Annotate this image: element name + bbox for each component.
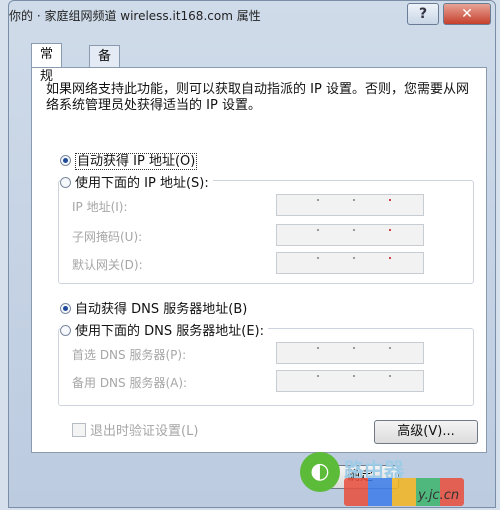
ip-manual-label: 使用下面的 IP 地址(S):	[75, 176, 209, 191]
dns-manual-radio[interactable]: 使用下面的 DNS 服务器地址(E):	[60, 320, 268, 339]
tab-general[interactable]: 常规	[31, 43, 63, 84]
validate-on-exit-label: 退出时验证设置(L)	[90, 424, 199, 439]
dns-auto-radio[interactable]: 自动获得 DNS 服务器地址(B)	[60, 298, 247, 317]
radio-unselected-icon	[60, 325, 71, 336]
preferred-dns-input[interactable]	[276, 342, 424, 364]
close-icon: ✕	[461, 6, 473, 22]
checkbox-icon	[72, 423, 86, 437]
preferred-dns-label: 首选 DNS 服务器(P):	[72, 348, 187, 362]
default-gateway-label: 默认网关(D):	[72, 258, 143, 272]
close-button[interactable]: ✕	[443, 3, 491, 25]
ip-address-input[interactable]	[276, 194, 424, 216]
ip-auto-radio[interactable]: 自动获得 IP 地址(O)	[60, 150, 198, 170]
advanced-button[interactable]: 高级(V)...	[374, 420, 478, 444]
ip-auto-label: 自动获得 IP 地址(O)	[75, 153, 198, 170]
radio-selected-icon	[60, 303, 71, 314]
window-title: 你的 · 家庭组网频道 wireless.it168.com 属性	[9, 9, 261, 23]
general-panel: 如果网络支持此功能，则可以获取自动指派的 IP 设置。否则，您需要从网络系统管理…	[31, 67, 487, 453]
watermark-url: y.jc.cn	[418, 488, 460, 503]
properties-window: 你的 · 家庭组网频道 wireless.it168.com 属性 ? ✕ 常规…	[8, 0, 496, 508]
question-icon: ?	[418, 6, 428, 22]
title-bar: 你的 · 家庭组网频道 wireless.it168.com 属性 ? ✕	[9, 1, 495, 29]
tab-alternate-config[interactable]: 备用配置	[89, 45, 121, 130]
ip-address-label: IP 地址(I):	[72, 200, 128, 214]
radio-unselected-icon	[60, 177, 71, 188]
subnet-mask-input[interactable]	[276, 224, 424, 246]
dns-group	[58, 328, 474, 406]
validate-on-exit-checkbox[interactable]: 退出时验证设置(L)	[72, 420, 198, 439]
dns-auto-label: 自动获得 DNS 服务器地址(B)	[75, 302, 248, 317]
help-button[interactable]: ?	[407, 3, 439, 25]
description-text: 如果网络支持此功能，则可以获取自动指派的 IP 设置。否则，您需要从网络系统管理…	[46, 82, 469, 113]
default-gateway-input[interactable]	[276, 252, 424, 274]
watermark: ◐ 路由器 y.jc.cn	[300, 452, 500, 510]
subnet-mask-label: 子网掩码(U):	[72, 230, 143, 244]
dns-manual-label: 使用下面的 DNS 服务器地址(E):	[75, 324, 264, 339]
radio-selected-icon	[60, 155, 71, 166]
alternate-dns-label: 备用 DNS 服务器(A):	[72, 376, 188, 390]
watermark-logo-icon: ◐	[300, 452, 340, 492]
ip-manual-radio[interactable]: 使用下面的 IP 地址(S):	[60, 172, 213, 191]
alternate-dns-input[interactable]	[276, 370, 424, 392]
